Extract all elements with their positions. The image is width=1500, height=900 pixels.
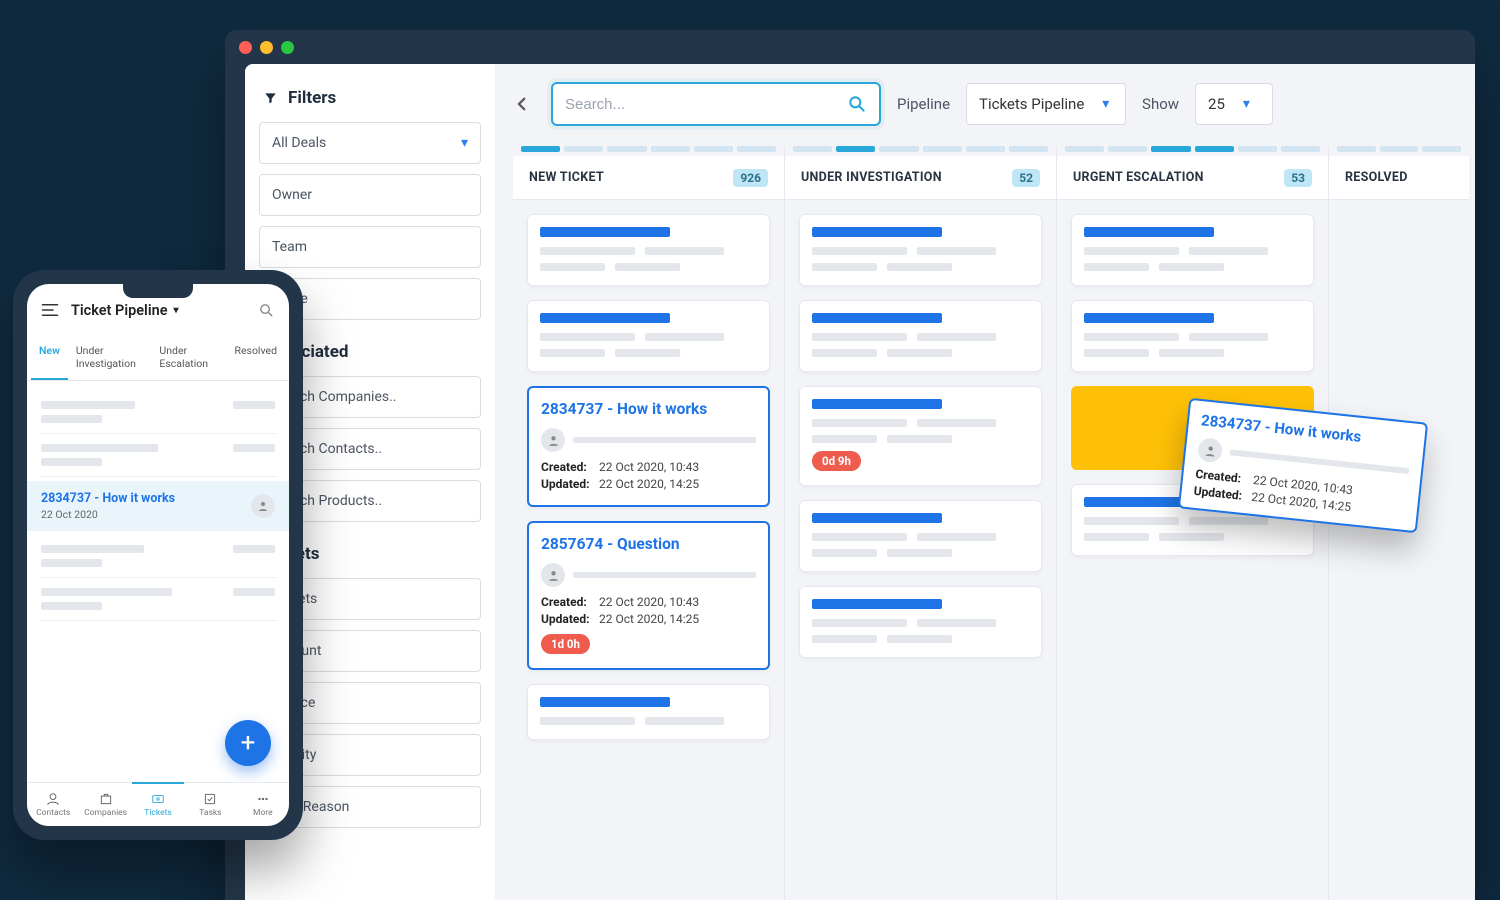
column-header: RESOLVED [1329,156,1469,200]
ticket-title: 2834737 - How it works [541,400,756,418]
ticket-meta: Created:22 Oct 2020, 10:43 Updated:22 Oc… [541,595,756,626]
avatar-icon [541,428,565,452]
search-input[interactable] [551,82,881,126]
ticket-card[interactable] [1071,300,1314,372]
back-button[interactable] [513,93,535,115]
window-maximize-icon[interactable] [281,41,294,54]
ticket-card[interactable] [799,300,1042,372]
column-progress [1057,146,1328,156]
list-item[interactable] [39,391,277,434]
ticket-card[interactable] [799,214,1042,286]
age-chip: 0d 9h [812,451,861,471]
list-item[interactable] [39,434,277,477]
mobile-title-select[interactable]: Ticket Pipeline ▾ [71,302,246,319]
list-item-selected[interactable]: 2834737 - How it works 22 Oct 2020 [27,481,289,531]
window-titlebar [225,30,1475,64]
mobile-tabs: New Under Investigation Under Escalation… [27,336,289,381]
ticket-card[interactable] [799,500,1042,572]
mobile-device: Ticket Pipeline ▾ New Under Investigatio… [13,270,303,840]
show-select[interactable]: 25 ▾ [1195,83,1273,125]
show-value: 25 [1208,95,1225,113]
column-urgent-escalation: URGENT ESCALATION 53 [1057,146,1329,900]
phone-notch [123,280,193,298]
nav-tickets[interactable]: Tickets [132,782,184,826]
ticket-card-2857674[interactable]: 2857674 - Question Created:22 Oct 2020, … [527,521,770,670]
all-deals-label: All Deals [272,135,326,151]
tab-new[interactable]: New [31,336,68,380]
mobile-list: 2834737 - How it works 22 Oct 2020 [27,381,289,631]
chevron-down-icon: ▾ [1102,96,1109,112]
column-name: RESOLVED [1345,170,1408,185]
column-progress [1329,146,1469,156]
mobile-nav: Contacts Companies Tickets Tasks More [27,782,289,826]
pipeline-select[interactable]: Tickets Pipeline ▾ [966,83,1126,125]
pipeline-value: Tickets Pipeline [979,95,1084,113]
chevron-down-icon: ▾ [1243,96,1250,112]
column-new-ticket: NEW TICKET 926 [513,146,785,900]
chevron-down-icon: ▾ [461,135,468,151]
nav-more[interactable]: More [237,783,289,826]
mobile-ticket-title: 2834737 - How it works [41,491,241,506]
ticket-card[interactable] [799,586,1042,658]
nav-tasks[interactable]: Tasks [184,783,236,826]
column-header: UNDER INVESTIGATION 52 [785,156,1056,200]
ticket-card[interactable] [527,684,770,740]
ticket-card[interactable]: 0d 9h [799,386,1042,486]
ticket-card[interactable] [1071,214,1314,286]
window-close-icon[interactable] [239,41,252,54]
ticket-card[interactable] [527,300,770,372]
column-name: NEW TICKET [529,170,604,185]
search-icon[interactable] [847,94,867,114]
column-count: 53 [1284,169,1312,187]
filters-label: Filters [288,88,336,108]
mobile-ticket-date: 22 Oct 2020 [41,508,241,521]
column-count: 52 [1012,169,1040,187]
ticket-card-2834737[interactable]: 2834737 - How it works Created:22 Oct 20… [527,386,770,507]
age-chip: 1d 0h [541,634,590,654]
nav-contacts[interactable]: Contacts [27,783,79,826]
mobile-title: Ticket Pipeline [71,302,168,319]
column-body: 0d 9h [785,200,1056,672]
desktop-window: Filters All Deals ▾ Owner Team Stage Ass… [225,30,1475,900]
window-minimize-icon[interactable] [260,41,273,54]
tab-under-investigation[interactable]: Under Investigation [68,336,152,380]
tab-resolved[interactable]: Resolved [226,336,285,380]
toolbar: Pipeline Tickets Pipeline ▾ Show 25 ▾ [513,82,1475,126]
chevron-down-icon: ▾ [174,305,179,316]
column-count: 926 [733,169,768,187]
search-icon[interactable] [258,302,275,319]
team-field[interactable]: Team [259,226,481,268]
avatar-icon [1197,437,1223,463]
filters-heading: Filters [263,88,477,108]
avatar-icon [251,494,275,518]
column-name: UNDER INVESTIGATION [801,170,942,185]
filter-icon [263,91,278,105]
mobile-screen: Ticket Pipeline ▾ New Under Investigatio… [27,284,289,826]
list-item[interactable] [39,535,277,578]
add-button[interactable]: + [225,720,271,766]
chevron-left-icon [513,95,531,113]
show-label: Show [1142,95,1179,113]
nav-companies[interactable]: Companies [79,783,131,826]
column-header: URGENT ESCALATION 53 [1057,156,1328,200]
plus-icon: + [241,728,256,758]
menu-icon[interactable] [41,303,59,317]
list-item[interactable] [39,578,277,621]
tab-under-escalation[interactable]: Under Escalation [151,336,226,380]
column-progress [785,146,1056,156]
column-progress [513,146,784,156]
pipeline-label: Pipeline [897,95,950,113]
column-header: NEW TICKET 926 [513,156,784,200]
ticket-card[interactable] [527,214,770,286]
avatar-icon [541,563,565,587]
ticket-title: 2857674 - Question [541,535,756,553]
column-under-investigation: UNDER INVESTIGATION 52 0d 9h [785,146,1057,900]
ticket-meta: Created:22 Oct 2020, 10:43 Updated:22 Oc… [541,460,756,491]
search-field[interactable] [565,96,839,113]
all-deals-select[interactable]: All Deals ▾ [259,122,481,164]
owner-field[interactable]: Owner [259,174,481,216]
column-body: 2834737 - How it works Created:22 Oct 20… [513,200,784,754]
column-name: URGENT ESCALATION [1073,170,1204,185]
